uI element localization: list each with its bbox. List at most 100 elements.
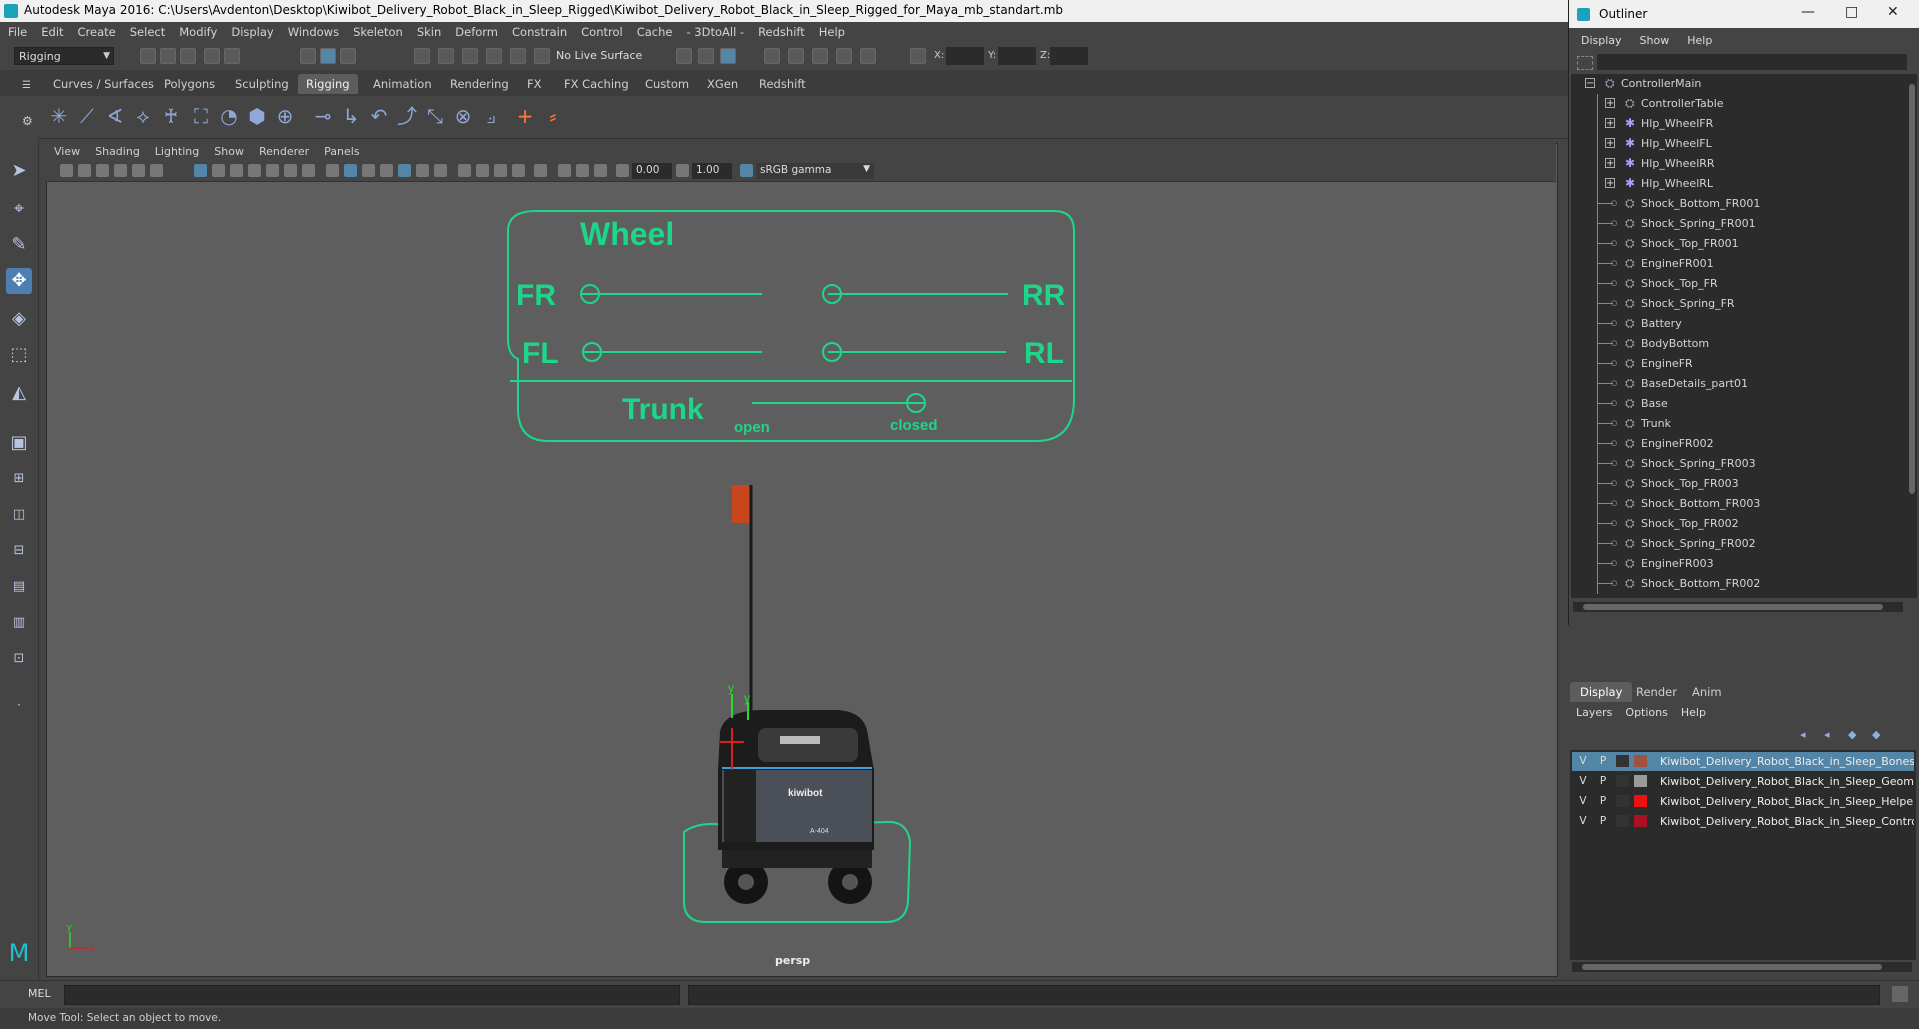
layer-row[interactable]: V P Kiwibot_Delivery_Robot_Black_in_Sleep_… <box>1572 812 1914 831</box>
render-frame-icon[interactable] <box>764 48 780 64</box>
construction-history-icon[interactable] <box>720 48 736 64</box>
outliner-menu-display[interactable]: Display <box>1569 32 1628 47</box>
layer-type-toggle[interactable] <box>1616 815 1629 827</box>
collapse-toolbox-icon[interactable]: · <box>6 692 32 718</box>
outliner-item[interactable]: ○ ⛭ EngineFR <box>1571 354 1901 374</box>
layer-menu-options[interactable]: Options <box>1617 704 1672 719</box>
layout-custom-icon[interactable]: ⊡ <box>6 646 32 672</box>
outliner-hscroll[interactable] <box>1573 602 1903 612</box>
undo-icon[interactable] <box>204 48 220 64</box>
output-ops-icon[interactable] <box>698 48 714 64</box>
menu-3dtoall[interactable]: - 3DtoAll - <box>678 22 750 39</box>
outliner-item[interactable]: + ✱ Hlp_WheelRL <box>1571 174 1901 194</box>
depth-of-field-icon[interactable] <box>512 164 525 177</box>
layer-playback-toggle[interactable]: P <box>1596 815 1610 827</box>
layer-type-toggle[interactable] <box>1616 795 1629 807</box>
layer-row[interactable]: V P Kiwibot_Delivery_Robot_Black_in_Sleep_… <box>1572 752 1914 771</box>
image-plane-icon[interactable] <box>114 164 127 177</box>
layer-visibility-toggle[interactable]: V <box>1576 755 1590 767</box>
menu-constrain[interactable]: Constrain <box>504 22 573 39</box>
new-scene-icon[interactable] <box>140 48 156 64</box>
outliner-item[interactable]: ○ ⛭ Shock_Top_FR <box>1571 274 1901 294</box>
snap-point-icon[interactable] <box>462 48 478 64</box>
command-input[interactable] <box>64 985 680 1005</box>
outliner-filter-icon[interactable] <box>1577 56 1593 70</box>
aim-constraint-icon[interactable]: ⤴ <box>394 103 420 129</box>
layer-row[interactable]: V P Kiwibot_Delivery_Robot_Black_in_Sleep_… <box>1572 772 1914 791</box>
xray-components-icon[interactable] <box>594 164 607 177</box>
lights-icon[interactable] <box>416 164 429 177</box>
outliner-item[interactable]: + ✱ Hlp_WheelRR <box>1571 154 1901 174</box>
menu-select[interactable]: Select <box>122 22 171 39</box>
scale-constraint-icon[interactable]: ⤡ <box>422 103 448 129</box>
orient-constraint-icon[interactable]: ↶ <box>366 103 392 129</box>
layout-graph-icon[interactable]: ▤ <box>6 574 32 600</box>
outliner-item[interactable]: ○ ⛭ Shock_Spring_FR003 <box>1571 454 1901 474</box>
soft-select-icon[interactable]: ▣ <box>6 430 32 456</box>
motion-blur-icon[interactable] <box>476 164 489 177</box>
safe-action-icon[interactable] <box>284 164 297 177</box>
menu-file[interactable]: File <box>0 22 33 39</box>
textured-icon[interactable] <box>398 164 411 177</box>
parent-constraint-icon[interactable]: ⊸ <box>310 103 336 129</box>
exposure-icon[interactable] <box>616 164 629 177</box>
tab-layers-anim[interactable]: Anim <box>1682 682 1732 702</box>
xray-icon[interactable] <box>558 164 571 177</box>
wireframe-icon[interactable] <box>326 164 339 177</box>
minimize-icon[interactable]: — <box>1801 4 1815 20</box>
vp-menu-shading[interactable]: Shading <box>87 143 147 158</box>
camera-attr-icon[interactable] <box>78 164 91 177</box>
menu-windows[interactable]: Windows <box>280 22 345 39</box>
menu-deform[interactable]: Deform <box>447 22 504 39</box>
select-hierarchy-icon[interactable] <box>300 48 316 64</box>
snap-curve-icon[interactable] <box>438 48 454 64</box>
menu-help[interactable]: Help <box>811 22 851 39</box>
outliner-item[interactable]: + ✱ Hlp_WheelFL <box>1571 134 1901 154</box>
anti-alias-icon[interactable] <box>494 164 507 177</box>
gate-mask-icon[interactable] <box>248 164 261 177</box>
hscroll-thumb[interactable] <box>1583 604 1883 610</box>
tab-animation[interactable]: Animation <box>365 74 440 94</box>
layout-two-icon[interactable]: ◫ <box>6 502 32 528</box>
save-scene-icon[interactable] <box>180 48 196 64</box>
camera-select-icon[interactable] <box>60 164 73 177</box>
select-object-icon[interactable] <box>320 48 336 64</box>
tab-rigging[interactable]: Rigging <box>298 74 358 94</box>
snap-vertex-icon[interactable] <box>534 48 550 64</box>
menu-edit[interactable]: Edit <box>33 22 69 39</box>
layer-color-swatch[interactable] <box>1634 755 1647 767</box>
cluster-icon[interactable]: ⊕ <box>272 103 298 129</box>
menu-redshift[interactable]: Redshift <box>750 22 811 39</box>
layer-type-toggle[interactable] <box>1616 755 1629 767</box>
layer-visibility-toggle[interactable]: V <box>1576 795 1590 807</box>
collapse-icon[interactable]: − <box>1585 78 1595 89</box>
layer-playback-toggle[interactable]: P <box>1596 755 1610 767</box>
layer-hscroll[interactable] <box>1572 962 1912 972</box>
layer-color-swatch[interactable] <box>1634 775 1647 787</box>
layout-script-icon[interactable]: ▥ <box>6 610 32 636</box>
snap-surface-icon[interactable] <box>510 48 526 64</box>
menu-skeleton[interactable]: Skeleton <box>345 22 409 39</box>
field-chart-icon[interactable] <box>266 164 279 177</box>
rotate-tool-icon[interactable]: ◈ <box>6 306 32 332</box>
outliner-menu-show[interactable]: Show <box>1628 32 1676 47</box>
grease-pencil-icon[interactable] <box>150 164 163 177</box>
outliner-item[interactable]: + ✱ Hlp_WheelFR <box>1571 114 1901 134</box>
vp-menu-show[interactable]: Show <box>206 143 251 158</box>
snap-grid-icon[interactable] <box>414 48 430 64</box>
mel-label[interactable]: MEL <box>28 987 51 1000</box>
vp-menu-lighting[interactable]: Lighting <box>147 143 206 158</box>
outliner-item[interactable]: + ⛭ ControllerTable <box>1571 94 1901 114</box>
menu-control[interactable]: Control <box>573 22 629 39</box>
menu-cache[interactable]: Cache <box>629 22 679 39</box>
outliner-item[interactable]: ○ ⛭ Shock_Top_FR003 <box>1571 474 1901 494</box>
tab-xgen[interactable]: XGen <box>699 74 746 94</box>
outliner-item[interactable]: − ⛭ ControllerMain <box>1571 74 1901 94</box>
xray-joints-icon[interactable] <box>576 164 589 177</box>
gamma-icon[interactable] <box>676 164 689 177</box>
ik-handle-icon[interactable]: ⟋ <box>74 103 100 129</box>
bind-skin-icon[interactable]: ⛶ <box>188 103 214 129</box>
close-icon[interactable]: ✕ <box>1887 4 1899 20</box>
tab-sculpting[interactable]: Sculpting <box>227 74 297 94</box>
select-tool-icon[interactable]: ➤ <box>6 158 32 184</box>
